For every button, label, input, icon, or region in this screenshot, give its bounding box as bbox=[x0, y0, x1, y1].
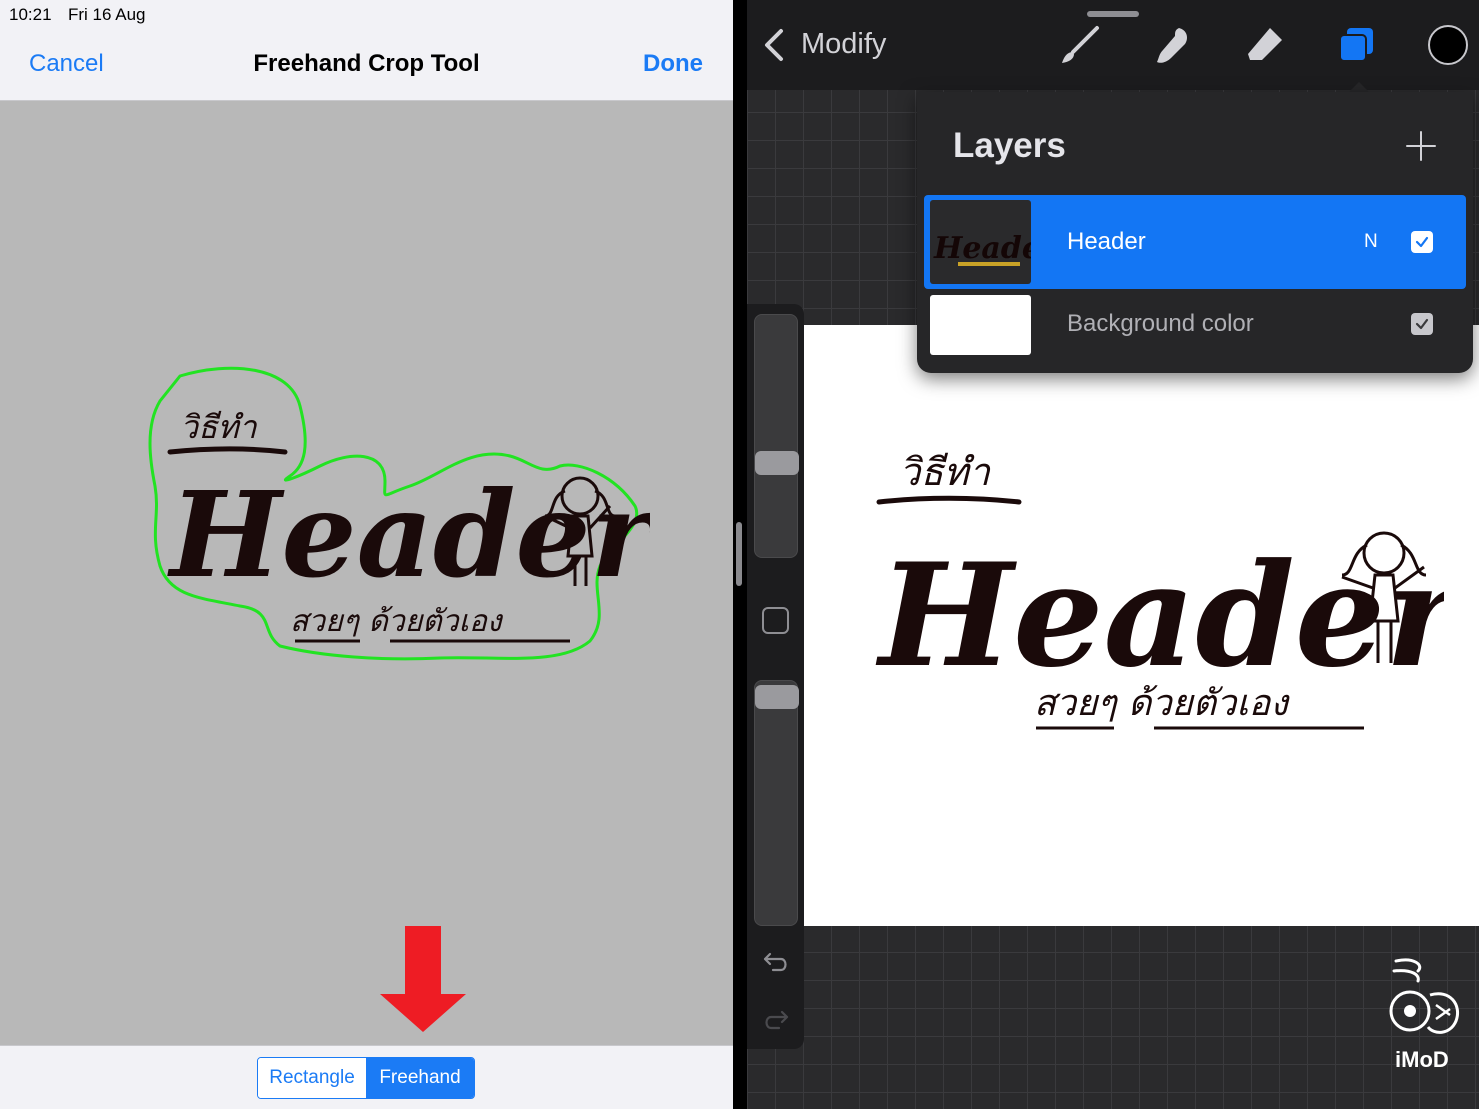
modifier-button[interactable] bbox=[762, 607, 789, 634]
artwork-underline-top bbox=[167, 446, 288, 455]
brush-opacity-thumb[interactable] bbox=[755, 685, 799, 709]
multitask-grabber[interactable] bbox=[1087, 11, 1139, 17]
layers-panel: Layers Header Header N Background color bbox=[917, 92, 1473, 373]
status-time: 10:21 bbox=[9, 5, 52, 24]
artwork-thai-bottom: สวยๆ ด้วยตัวเอง bbox=[290, 604, 504, 639]
checkmark-icon bbox=[1415, 236, 1429, 248]
canvas-artwork: วิธีทำ Header สวยๆ ด้วยตัวเอง bbox=[875, 450, 1444, 730]
crop-tool-pane: 10:21 Fri 16 Aug Cancel Freehand Crop To… bbox=[0, 0, 733, 1109]
split-view-handle[interactable] bbox=[736, 522, 742, 586]
layer-visibility-checkbox[interactable] bbox=[1411, 313, 1433, 335]
smudge-icon[interactable] bbox=[1151, 24, 1193, 66]
layers-icon[interactable] bbox=[1335, 24, 1377, 66]
page-title-text: Freehand Crop Tool bbox=[253, 50, 480, 77]
layer-visibility-checkbox[interactable] bbox=[1411, 231, 1433, 253]
page-title: Freehand Crop Tool bbox=[0, 50, 733, 78]
undo-icon[interactable] bbox=[761, 948, 791, 978]
color-picker-swatch[interactable] bbox=[1428, 25, 1468, 65]
modify-menu[interactable]: Modify bbox=[801, 28, 886, 61]
crop-mode-rectangle[interactable]: Rectangle bbox=[258, 1058, 366, 1098]
chevron-left-icon[interactable] bbox=[763, 28, 785, 62]
layer-row-header[interactable]: Header Header N bbox=[924, 195, 1466, 289]
crop-artwork: วิธีทำ Header สวยๆ ด้วยตัวเอง bbox=[148, 366, 650, 661]
brush-size-slider[interactable] bbox=[754, 314, 799, 558]
layer-thumbnail-art: Header bbox=[933, 231, 1031, 266]
canvas-thai-bottom: สวยๆ ด้วยตัวเอง bbox=[1034, 683, 1290, 724]
drawing-canvas[interactable]: วิธีทำ Header สวยๆ ด้วยตัวเอง bbox=[804, 325, 1479, 926]
layer-thumbnail bbox=[930, 295, 1031, 355]
canvas-header-text: Header bbox=[875, 533, 1444, 699]
layers-title: Layers bbox=[953, 126, 1066, 165]
artwork-thai-top: วิธีทำ bbox=[180, 408, 258, 446]
layer-name: Header bbox=[1067, 228, 1146, 255]
sidebar-brush-controls bbox=[747, 304, 804, 1049]
canvas-underline-top bbox=[876, 495, 1022, 505]
red-arrow-icon bbox=[380, 926, 466, 1032]
eraser-icon[interactable] bbox=[1244, 24, 1286, 66]
layer-thumbnail-header-text: Header bbox=[933, 231, 1031, 266]
artwork-header-text: Header bbox=[167, 465, 650, 604]
redo-icon[interactable] bbox=[761, 1006, 791, 1036]
layer-blend-mode[interactable]: N bbox=[1364, 231, 1378, 253]
checkmark-icon bbox=[1415, 318, 1429, 330]
crop-mode-segmented-control: Rectangle Freehand bbox=[257, 1057, 475, 1099]
brush-size-thumb[interactable] bbox=[755, 451, 799, 475]
procreate-toolbar: Modify bbox=[747, 0, 1479, 90]
layer-name: Background color bbox=[1067, 310, 1254, 337]
brush-icon[interactable] bbox=[1059, 24, 1101, 66]
watermark-label: iMoD bbox=[1395, 1047, 1449, 1072]
crop-canvas[interactable]: วิธีทำ Header สวยๆ ด้วยตัวเอง bbox=[0, 101, 733, 1045]
brush-opacity-slider[interactable] bbox=[754, 680, 799, 926]
layer-thumbnail: Header bbox=[930, 200, 1031, 284]
procreate-pane: Modify วิธีทำ Header สวยๆ ด้วยตัวเอง Lay… bbox=[747, 0, 1479, 1109]
crop-mode-freehand[interactable]: Freehand bbox=[366, 1058, 474, 1098]
add-layer-plus-icon[interactable] bbox=[1403, 128, 1439, 164]
crop-tool-navbar: 10:21 Fri 16 Aug Cancel Freehand Crop To… bbox=[0, 0, 733, 101]
crop-mode-bar: Rectangle Freehand bbox=[0, 1045, 733, 1109]
canvas-thai-top: วิธีทำ bbox=[899, 450, 992, 494]
status-date: Fri 16 Aug bbox=[68, 5, 146, 24]
done-button[interactable]: Done bbox=[643, 50, 703, 78]
layer-row-background-color[interactable]: Background color bbox=[924, 291, 1466, 361]
